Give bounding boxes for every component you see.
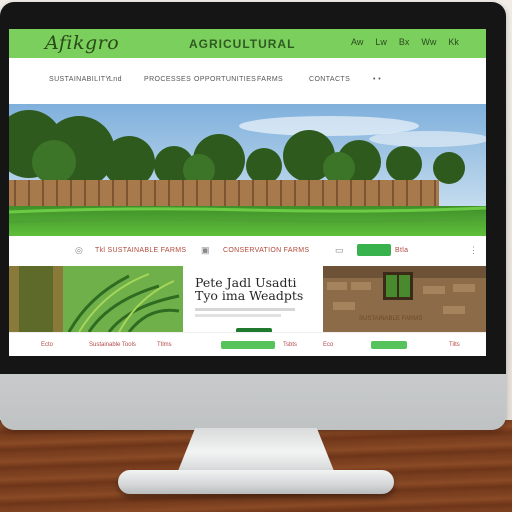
footer-link[interactable]: Tsbts: [283, 342, 297, 348]
nav-item[interactable]: OPPORTUNITIES: [194, 76, 256, 83]
feature-cards: Pete Jadl Usadti Tyo ima Weadpts SUSTAIN…: [9, 266, 486, 333]
card-image-plants[interactable]: [9, 266, 183, 332]
card-caption: SUSTAINABLE FARMS: [359, 316, 423, 322]
nav-item[interactable]: Lnd: [109, 76, 122, 83]
strip-cta-button[interactable]: [357, 244, 391, 256]
header-link[interactable]: Lw: [375, 37, 387, 47]
site-logo[interactable]: Afikgro: [45, 32, 119, 54]
card-headline[interactable]: Pete Jadl Usadti Tyo ima Weadpts: [195, 276, 323, 302]
footer-link[interactable]: Eco: [323, 342, 333, 348]
site-header: Afikgro AGRICULTURAL Aw Lw Bx Ww Kk: [9, 29, 486, 58]
nav-more-icon[interactable]: • •: [373, 76, 381, 83]
tag-icon: ▭: [335, 245, 344, 255]
monitor-stand-base: [118, 470, 394, 494]
website-screen: Afikgro AGRICULTURAL Aw Lw Bx Ww Kk SUST…: [9, 29, 486, 356]
card-subtext-line: [195, 308, 295, 311]
site-footer: Ecto Sustainable Tools Ttlms Tsbts Eco T…: [9, 332, 486, 356]
header-link[interactable]: Ww: [421, 37, 436, 47]
card-image-farmhouse[interactable]: [323, 266, 486, 332]
footer-cta-button[interactable]: [221, 341, 275, 349]
monitor-stand-neck: [176, 428, 336, 476]
footer-link[interactable]: Tilts: [449, 342, 460, 348]
footer-signup-button[interactable]: [371, 341, 407, 349]
nav-item[interactable]: FARMS: [257, 76, 283, 83]
footer-link[interactable]: Sustainable Tools: [89, 342, 136, 348]
strip-label-middle[interactable]: CONSERVATION FARMS: [223, 247, 309, 254]
strip-label-right[interactable]: Btla: [395, 247, 408, 254]
site-title: AGRICULTURAL: [189, 37, 296, 51]
nav-item[interactable]: PROCESSES: [144, 76, 191, 83]
header-link[interactable]: Bx: [399, 37, 410, 47]
header-links: Aw Lw Bx Ww Kk: [351, 37, 459, 47]
headline-line-2: Tyo ima Weadpts: [195, 288, 304, 303]
card-subtext-line: [195, 314, 281, 317]
header-link[interactable]: Kk: [448, 37, 459, 47]
info-strip: ◎ Tkl SUSTAINABLE FARMS ▣ CONSERVATION F…: [9, 236, 486, 267]
main-navigation: SUSTAINABILITY Lnd PROCESSES OPPORTUNITI…: [9, 58, 486, 105]
footer-link[interactable]: Ecto: [41, 342, 53, 348]
more-icon[interactable]: ⋮: [469, 245, 478, 256]
nav-item[interactable]: SUSTAINABILITY: [49, 76, 110, 83]
header-link[interactable]: Aw: [351, 37, 363, 47]
calendar-icon: ▣: [201, 245, 210, 255]
nav-item[interactable]: CONTACTS: [309, 76, 350, 83]
strip-label-left[interactable]: Tkl SUSTAINABLE FARMS: [95, 247, 186, 254]
footer-link[interactable]: Ttlms: [157, 342, 172, 348]
info-icon: ◎: [75, 245, 83, 255]
hero-image-farm-field: [9, 104, 486, 236]
